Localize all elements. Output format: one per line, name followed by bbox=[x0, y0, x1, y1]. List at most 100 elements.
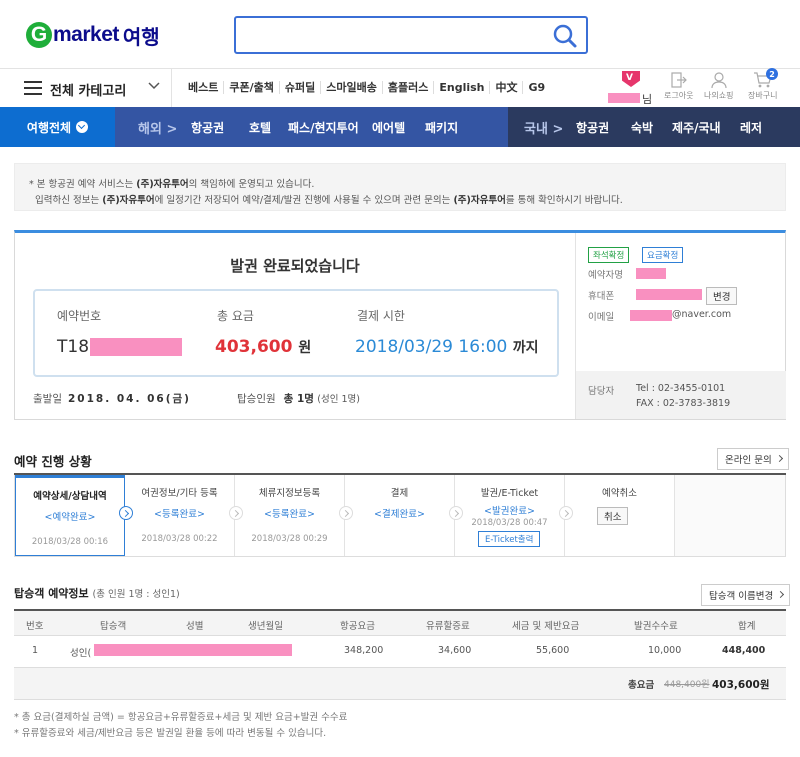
masked-phone bbox=[636, 289, 702, 300]
user-greeting[interactable]: V 님 bbox=[608, 71, 666, 106]
overseas-label[interactable]: 해외 > bbox=[138, 118, 177, 137]
notice-line-2: 입력하신 정보는 (주)자유투어에 일정기간 저장되어 예약/결제/발권 진행에… bbox=[35, 195, 623, 206]
hamburger-icon bbox=[24, 81, 42, 95]
overseas-flight-link[interactable]: 항공권 bbox=[191, 119, 224, 136]
gnb-links: 베스트 쿠폰/출책 슈퍼딜 스마일배송 홈플러스 English 中文 G9 bbox=[188, 81, 550, 94]
search-icon[interactable] bbox=[552, 23, 578, 49]
all-travel-label: 여행전체 bbox=[26, 120, 72, 135]
domestic-jeju-link[interactable]: 제주/국내 bbox=[672, 119, 721, 136]
passenger-table-header: 번호 탑승객 성별 생년월일 항공요금 유류할증료 세금 및 제반요금 발권수수… bbox=[14, 611, 786, 636]
masked-passenger-info bbox=[94, 644, 292, 656]
email-domain: @naver.com bbox=[672, 309, 732, 320]
rename-passenger-button[interactable]: 탑승객 이름변경 bbox=[701, 584, 791, 606]
cancel-booking-button[interactable]: 취소 bbox=[597, 507, 629, 525]
phone-label: 휴대폰 bbox=[588, 291, 615, 302]
gmarket-logo[interactable]: G market 여행 bbox=[26, 20, 160, 50]
all-category-label: 전체 카테고리 bbox=[50, 84, 127, 99]
online-inquiry-button[interactable]: 온라인 문의 bbox=[717, 448, 789, 470]
overseas-airtel-link[interactable]: 에어텔 bbox=[372, 119, 405, 136]
travel-nav-bar: 여행전체 해외 > 항공권 호텔 패스/현지투어 에어텔 패키지 국내 > 항공… bbox=[0, 107, 800, 147]
passenger-table: 번호 탑승객 성별 생년월일 항공요금 유류할증료 세금 및 제반요금 발권수수… bbox=[14, 609, 786, 700]
chevron-down-icon bbox=[76, 121, 89, 133]
global-nav: 전체 카테고리 베스트 쿠폰/출책 슈퍼딜 스마일배송 홈플러스 English… bbox=[0, 68, 800, 107]
step-e-ticket[interactable]: 발권/E-Ticket <발권완료> 2018/03/28 00:47 E-Ti… bbox=[455, 475, 565, 556]
change-phone-button[interactable]: 변경 bbox=[706, 287, 738, 305]
overseas-pass-tour-link[interactable]: 패스/현지투어 bbox=[288, 119, 359, 136]
logout-button[interactable]: 로그아웃 bbox=[664, 71, 693, 101]
logo-travel-label: 여행 bbox=[122, 24, 160, 49]
total-fare-label: 총 요금 bbox=[217, 309, 254, 323]
search-input[interactable] bbox=[236, 18, 536, 52]
overseas-package-link[interactable]: 패키지 bbox=[425, 119, 458, 136]
overseas-hotel-link[interactable]: 호텔 bbox=[249, 119, 271, 136]
payment-deadline-value: 2018/03/29 16:00 까지 bbox=[355, 337, 539, 357]
passenger-count: 탑승인원 총 1명 (성인 1명) bbox=[237, 393, 360, 405]
departure-date: 출발일 2018. 04. 06(금) bbox=[33, 393, 191, 405]
domestic-flight-link[interactable]: 항공권 bbox=[576, 119, 609, 136]
masked-booker-name bbox=[636, 268, 666, 279]
result-summary-box: 예약번호 T18 총 요금 403,600 원 결제 시한 2018/03/29… bbox=[33, 289, 559, 377]
agent-label: 담당자 bbox=[588, 386, 615, 397]
gnb-link-coupon[interactable]: 쿠폰/출책 bbox=[223, 81, 279, 94]
booker-info: 좌석확정 요금확정 예약자명 휴대폰 변경 이메일 @naver.com 담당자… bbox=[575, 233, 786, 419]
step-stay-info[interactable]: 체류지정보등록 <등록완료> 2018/03/28 00:29 bbox=[235, 475, 345, 556]
domestic-stay-link[interactable]: 숙박 bbox=[631, 119, 653, 136]
original-total: 448,400원 bbox=[664, 680, 710, 690]
booker-name-label: 예약자명 bbox=[588, 270, 623, 281]
ticket-result-panel: 발권 완료되었습니다 예약번호 T18 총 요금 403,600 원 결제 시한… bbox=[14, 230, 786, 420]
gnb-link-best[interactable]: 베스트 bbox=[188, 81, 223, 94]
passenger-name: 성인( bbox=[70, 648, 92, 659]
email-label: 이메일 bbox=[588, 312, 615, 323]
site-header: G market 여행 bbox=[0, 0, 800, 68]
e-ticket-print-button[interactable]: E-Ticket출력 bbox=[478, 531, 541, 547]
user-name-suffix: 님 bbox=[642, 93, 653, 106]
gnb-link-smile-delivery[interactable]: 스마일배송 bbox=[320, 81, 382, 94]
notice-line-1: * 본 항공권 예약 서비스는 (주)자유투어의 책임하에 운영되고 있습니다. bbox=[29, 179, 315, 190]
step-booking-detail[interactable]: 예약상세/상담내역 <예약완료> 2018/03/28 00:16 bbox=[15, 475, 125, 556]
gnb-link-english[interactable]: English bbox=[433, 81, 489, 94]
result-title: 발권 완료되었습니다 bbox=[230, 257, 360, 275]
step-arrow-icon bbox=[339, 506, 353, 520]
cart-button[interactable]: 2 장바구니 bbox=[748, 68, 778, 101]
my-shopping-button[interactable]: 나의쇼핑 bbox=[704, 71, 733, 101]
all-travel-button[interactable]: 여행전체 bbox=[0, 107, 115, 147]
gnb-link-homeplus[interactable]: 홈플러스 bbox=[381, 81, 433, 94]
agent-fax: FAX : 02-3783-3819 bbox=[636, 398, 731, 409]
masked-user-name bbox=[608, 93, 640, 103]
all-category-button[interactable]: 전체 카테고리 bbox=[0, 69, 172, 107]
logout-label: 로그아웃 bbox=[664, 91, 694, 100]
footnote-1: * 총 요금(결제하실 금액) = 항공요금+유류할증료+세금 및 제반 요금+… bbox=[14, 712, 348, 723]
gnb-link-g9[interactable]: G9 bbox=[522, 81, 550, 94]
domestic-leisure-link[interactable]: 레저 bbox=[740, 119, 762, 136]
total-fare-value: 403,600 원 bbox=[215, 337, 312, 357]
logo-g-mark: G bbox=[26, 22, 52, 48]
logo-wordmark: market bbox=[53, 23, 119, 46]
domestic-label[interactable]: 국내 > bbox=[524, 118, 563, 137]
table-total-row: 총요금 448,400원 403,600원 bbox=[14, 668, 786, 700]
step-payment[interactable]: 결제 <결제완료> bbox=[345, 475, 455, 556]
final-total: 403,600원 bbox=[712, 679, 770, 691]
booking-number-label: 예약번호 bbox=[57, 309, 102, 323]
payment-deadline-label: 결제 시한 bbox=[357, 309, 405, 323]
gnb-link-chinese[interactable]: 中文 bbox=[489, 81, 522, 94]
operator-notice: * 본 항공권 예약 서비스는 (주)자유투어의 책임하에 운영되고 있습니다.… bbox=[14, 163, 786, 211]
masked-booking-number bbox=[90, 338, 183, 356]
progress-steps: 예약상세/상담내역 <예약완료> 2018/03/28 00:16 여권정보/기… bbox=[14, 475, 786, 557]
agent-tel: Tel : 02-3455-0101 bbox=[636, 383, 726, 394]
step-arrow-icon bbox=[449, 506, 463, 520]
my-shopping-label: 나의쇼핑 bbox=[704, 91, 734, 100]
step-cancel: 예약취소 취소 bbox=[565, 475, 675, 556]
cart-count-badge: 2 bbox=[766, 68, 778, 80]
person-icon bbox=[711, 72, 727, 89]
search-box bbox=[234, 16, 588, 54]
agent-info: 담당자 Tel : 02-3455-0101 FAX : 02-3783-381… bbox=[576, 371, 786, 419]
fare-confirmed-badge: 요금확정 bbox=[642, 247, 684, 263]
domestic-section: 국내 > 항공권 숙박 제주/국내 레저 bbox=[508, 107, 800, 147]
step-arrow-icon bbox=[559, 506, 573, 520]
gnb-link-superdeal[interactable]: 슈퍼딜 bbox=[278, 81, 320, 94]
booking-number: T18 bbox=[57, 337, 183, 357]
table-row: 1 성인( 348,200 34,600 55,600 10,000 448,4… bbox=[14, 636, 786, 668]
step-arrow-icon bbox=[119, 506, 133, 520]
step-passport-info[interactable]: 여권정보/기타 등록 <등록완료> 2018/03/28 00:22 bbox=[125, 475, 235, 556]
footnote-2: * 유류할증료와 세금/제반요금 등은 발권일 환율 등에 따라 변동될 수 있… bbox=[14, 728, 327, 739]
